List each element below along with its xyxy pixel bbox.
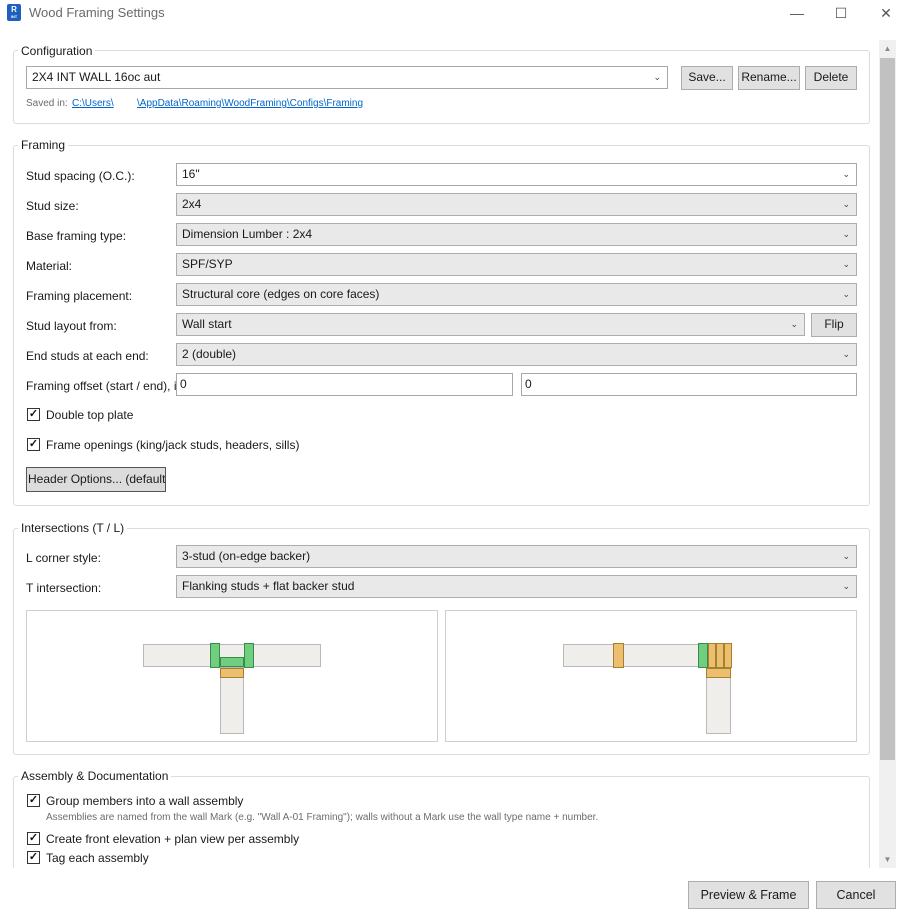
double-top-plate-checkbox[interactable]: ✓ [27,408,40,421]
chevron-down-icon: ⌄ [842,259,850,269]
create-views-checkbox[interactable]: ✓ [27,832,40,845]
maximize-button[interactable]: ☐ [818,0,864,26]
tag-assembly-label: Tag each assembly [46,851,149,865]
scrollbar-thumb[interactable] [880,58,895,760]
frame-openings-checkbox[interactable]: ✓ [27,438,40,451]
stud-layout-from-value: Wall start [182,317,232,331]
saved-in-label: Saved in: [26,98,68,109]
t-intersection-value: Flanking studs + flat backer stud [182,579,355,593]
chevron-down-icon: ⌄ [842,169,850,179]
close-icon: ✕ [880,4,892,21]
t-intersection-label: T intersection: [26,581,102,595]
stud-spacing-value: 16" [182,167,200,181]
cancel-button[interactable]: Cancel [816,881,896,909]
corner-stud-2 [716,643,724,668]
framing-placement-select[interactable]: Structural core (edges on core faces) ⌄ [176,283,857,306]
base-framing-type-select[interactable]: Dimension Lumber : 2x4 ⌄ [176,223,857,246]
minimize-icon: — [790,5,804,21]
configuration-select[interactable]: 2X4 INT WALL 16oc aut ⌄ [26,66,668,89]
window-title: Wood Framing Settings [29,5,165,20]
stud-spacing-label: Stud spacing (O.C.): [26,169,135,183]
assembly-naming-note: Assemblies are named from the wall Mark … [46,812,599,823]
l-corner-style-value: 3-stud (on-edge backer) [182,549,311,563]
configuration-value: 2X4 INT WALL 16oc aut [32,70,161,84]
rename-button[interactable]: Rename... [738,66,800,90]
checkmark-icon: ✓ [28,851,39,863]
base-framing-type-label: Base framing type: [26,229,127,243]
framing-offset-label: Framing offset (start / end), i [26,379,177,393]
create-views-label: Create front elevation + plan view per a… [46,832,300,846]
stud-layout-from-label: Stud layout from: [26,319,117,333]
chevron-down-icon: ⌄ [790,319,798,329]
framing-group-title: Framing [18,138,69,152]
stud-spacing-select[interactable]: 16" ⌄ [176,163,857,186]
flanking-stud-right [244,643,254,668]
assembly-group-title: Assembly & Documentation [18,769,172,783]
config-path-link-part2[interactable]: \AppData\Roaming\WoodFraming\Configs\Fra… [137,98,363,110]
corner-stud-3 [724,643,732,668]
framing-placement-value: Structural core (edges on core faces) [182,287,380,301]
vertical-wall-end-stud [706,668,731,678]
flanking-stud-left [210,643,220,668]
close-button[interactable]: ✕ [863,0,909,26]
group-members-checkbox[interactable]: ✓ [27,794,40,807]
title-bar: R INT Wood Framing Settings — ☐ ✕ [0,0,910,26]
save-button[interactable]: Save... [681,66,733,90]
flip-button[interactable]: Flip [811,313,857,337]
stud-size-select[interactable]: 2x4 ⌄ [176,193,857,216]
chevron-down-icon: ⌄ [842,349,850,359]
delete-button[interactable]: Delete [805,66,857,90]
chevron-down-icon: ⌄ [842,581,850,591]
preview-and-frame-button[interactable]: Preview & Frame [688,881,809,909]
material-label: Material: [26,259,73,273]
layout-stud [613,643,624,668]
maximize-icon: ☐ [834,4,848,21]
stud-layout-from-select[interactable]: Wall start ⌄ [176,313,805,336]
end-studs-value: 2 (double) [182,347,237,361]
revit-app-icon: R INT [7,4,21,21]
chevron-down-icon: ⌄ [842,551,850,561]
framing-placement-label: Framing placement: [26,289,133,303]
l-corner-style-select[interactable]: 3-stud (on-edge backer) ⌄ [176,545,857,568]
minimize-button[interactable]: — [774,0,820,26]
frame-openings-label: Frame openings (king/jack studs, headers… [46,438,300,452]
t-intersection-diagram [26,610,438,742]
l-corner-style-label: L corner style: [26,551,101,565]
framing-offset-start-input[interactable]: 0 [176,373,513,396]
header-options-button[interactable]: Header Options... (default [26,467,166,492]
scroll-down-arrow-icon[interactable]: ▼ [879,852,896,868]
chevron-down-icon: ⌄ [842,199,850,209]
scroll-up-arrow-icon[interactable]: ▲ [879,41,896,57]
checkmark-icon: ✓ [28,794,39,806]
corner-stud-1 [708,643,716,668]
configuration-group-title: Configuration [18,44,96,58]
chevron-down-icon: ⌄ [653,72,661,82]
end-studs-select[interactable]: 2 (double) ⌄ [176,343,857,366]
flat-backer-stud [220,657,244,667]
tag-assembly-checkbox[interactable]: ✓ [27,851,40,864]
checkmark-icon: ✓ [28,832,39,844]
material-value: SPF/SYP [182,257,233,271]
l-corner-diagram [445,610,857,742]
chevron-down-icon: ⌄ [842,229,850,239]
abutting-end-stud [220,668,244,678]
config-path-link-part1[interactable]: C:\Users\ [72,98,114,110]
checkmark-icon: ✓ [28,408,39,420]
t-intersection-select[interactable]: Flanking studs + flat backer stud ⌄ [176,575,857,598]
intersections-group-title: Intersections (T / L) [18,521,128,535]
stud-size-label: Stud size: [26,199,79,213]
end-studs-label: End studs at each end: [26,349,149,363]
corner-backer-stud [698,643,708,668]
framing-offset-end-input[interactable]: 0 [521,373,857,396]
group-members-label: Group members into a wall assembly [46,794,244,808]
material-select[interactable]: SPF/SYP ⌄ [176,253,857,276]
double-top-plate-label: Double top plate [46,408,134,422]
checkmark-icon: ✓ [28,438,39,450]
base-framing-type-value: Dimension Lumber : 2x4 [182,227,313,241]
stud-size-value: 2x4 [182,197,202,211]
chevron-down-icon: ⌄ [842,289,850,299]
